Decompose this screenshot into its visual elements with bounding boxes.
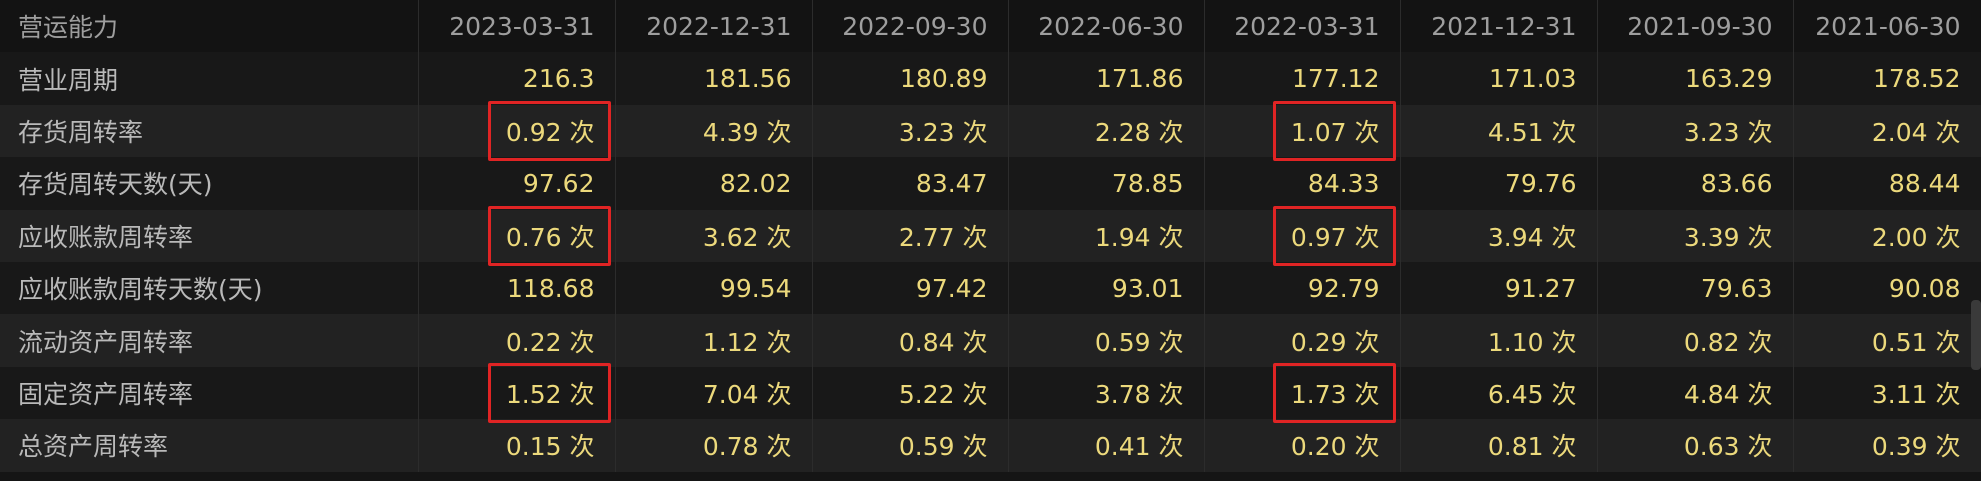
table-row: 应收账款周转率 0.76 次 3.62 次 2.77 次 1.94 次 0.97… <box>0 205 1981 266</box>
table-cell: 79.63 <box>1597 261 1794 315</box>
table-cell: 118.68 <box>418 261 616 315</box>
table-cell: 79.76 <box>1400 157 1598 210</box>
table-cell: 180.89 <box>812 52 1009 105</box>
table-cell: 84.33 <box>1204 157 1401 210</box>
table-cell: 4.84 次 <box>1597 366 1794 420</box>
table-cell: 83.47 <box>812 157 1009 210</box>
table-cell: 0.41 次 <box>1008 419 1205 472</box>
vertical-scrollbar[interactable] <box>1971 300 1981 370</box>
table-cell: 2.28 次 <box>1008 104 1205 158</box>
table-cell: 7.04 次 <box>615 366 813 420</box>
table-cell: 0.81 次 <box>1400 419 1598 472</box>
highlight-box: 0.97 次 <box>1272 205 1396 266</box>
table-cell: 0.59 次 <box>812 419 1009 472</box>
table-cell: 0.29 次 <box>1204 314 1401 367</box>
table-cell: 0.63 次 <box>1597 419 1794 472</box>
header-date[interactable]: 2022-12-31 <box>615 0 813 53</box>
table-cell: 1.12 次 <box>615 314 813 367</box>
header-date[interactable]: 2021-06-30 <box>1793 0 1981 53</box>
header-date[interactable]: 2022-09-30 <box>812 0 1009 53</box>
table-cell: 2.04 次 <box>1793 104 1981 158</box>
table-cell-highlighted: 0.97 次 <box>1204 205 1401 266</box>
table-cell: 0.84 次 <box>812 314 1009 367</box>
table-cell: 5.22 次 <box>812 366 1009 420</box>
highlight-box: 1.07 次 <box>1272 100 1396 161</box>
table-cell: 83.66 <box>1597 157 1794 210</box>
table-cell: 4.39 次 <box>615 104 813 158</box>
table-cell: 82.02 <box>615 157 813 210</box>
table-cell: 177.12 <box>1204 52 1401 105</box>
table-cell: 171.86 <box>1008 52 1205 105</box>
table-cell: 99.54 <box>615 261 813 315</box>
table-row: 存货周转天数(天) 97.62 82.02 83.47 78.85 84.33 … <box>0 157 1981 210</box>
header-row: 营运能力 2023-03-31 2022-12-31 2022-09-30 20… <box>0 0 1981 53</box>
table-cell: 4.51 次 <box>1400 104 1598 158</box>
row-label: 总资产周转率 <box>0 419 419 472</box>
table-row: 固定资产周转率 1.52 次 7.04 次 5.22 次 3.78 次 1.73… <box>0 362 1981 423</box>
table-cell: 0.51 次 <box>1793 314 1981 367</box>
table-row: 总资产周转率 0.15 次 0.78 次 0.59 次 0.41 次 0.20 … <box>0 419 1981 472</box>
table-cell: 3.94 次 <box>1400 209 1598 262</box>
table-cell: 93.01 <box>1008 261 1205 315</box>
table-cell-highlighted: 1.07 次 <box>1204 100 1401 161</box>
table-cell: 0.82 次 <box>1597 314 1794 367</box>
operating-capacity-table: 营运能力 2023-03-31 2022-12-31 2022-09-30 20… <box>0 0 1981 472</box>
table-cell: 0.78 次 <box>615 419 813 472</box>
table-cell-highlighted: 0.92 次 <box>418 100 616 161</box>
table-cell: 1.10 次 <box>1400 314 1598 367</box>
table-cell: 97.62 <box>418 157 616 210</box>
row-label: 流动资产周转率 <box>0 314 419 367</box>
row-label: 固定资产周转率 <box>0 366 419 420</box>
table-cell: 3.39 次 <box>1597 209 1794 262</box>
table-cell: 181.56 <box>615 52 813 105</box>
table-cell-highlighted: 0.76 次 <box>418 205 616 266</box>
table-cell: 97.42 <box>812 261 1009 315</box>
table-cell: 0.22 次 <box>418 314 616 367</box>
table-cell: 3.11 次 <box>1793 366 1981 420</box>
row-label: 存货周转率 <box>0 104 419 158</box>
table-cell: 0.15 次 <box>418 419 616 472</box>
table-cell: 178.52 <box>1793 52 1981 105</box>
table-cell: 163.29 <box>1597 52 1794 105</box>
table-cell: 171.03 <box>1400 52 1598 105</box>
header-date[interactable]: 2021-12-31 <box>1400 0 1598 53</box>
table-cell-highlighted: 1.73 次 <box>1204 362 1401 423</box>
table-cell: 1.94 次 <box>1008 209 1205 262</box>
row-label: 应收账款周转天数(天) <box>0 261 419 315</box>
row-label: 应收账款周转率 <box>0 209 419 262</box>
highlight-box: 0.76 次 <box>487 205 611 266</box>
table-cell: 78.85 <box>1008 157 1205 210</box>
table-cell: 92.79 <box>1204 261 1401 315</box>
header-date[interactable]: 2022-03-31 <box>1204 0 1401 53</box>
table-cell: 3.23 次 <box>812 104 1009 158</box>
table-cell: 0.59 次 <box>1008 314 1205 367</box>
header-date[interactable]: 2023-03-31 <box>418 0 616 53</box>
table-cell: 2.00 次 <box>1793 209 1981 262</box>
table-cell: 2.77 次 <box>812 209 1009 262</box>
table-cell: 0.20 次 <box>1204 419 1401 472</box>
table-cell: 3.78 次 <box>1008 366 1205 420</box>
table-row: 应收账款周转天数(天) 118.68 99.54 97.42 93.01 92.… <box>0 261 1981 315</box>
row-label: 营业周期 <box>0 52 419 105</box>
table-row: 存货周转率 0.92 次 4.39 次 3.23 次 2.28 次 1.07 次… <box>0 100 1981 161</box>
header-date[interactable]: 2022-06-30 <box>1008 0 1205 53</box>
table-cell: 216.3 <box>418 52 616 105</box>
table-cell: 3.62 次 <box>615 209 813 262</box>
table-cell: 0.39 次 <box>1793 419 1981 472</box>
table-row: 营业周期 216.3 181.56 180.89 171.86 177.12 1… <box>0 52 1981 105</box>
table-cell: 3.23 次 <box>1597 104 1794 158</box>
table-cell: 91.27 <box>1400 261 1598 315</box>
table-cell: 6.45 次 <box>1400 366 1598 420</box>
table-cell-highlighted: 1.52 次 <box>418 362 616 423</box>
table-row: 流动资产周转率 0.22 次 1.12 次 0.84 次 0.59 次 0.29… <box>0 314 1981 367</box>
highlight-box: 1.73 次 <box>1272 362 1396 423</box>
row-label: 存货周转天数(天) <box>0 157 419 210</box>
table-cell: 90.08 <box>1793 261 1981 315</box>
highlight-box: 1.52 次 <box>487 362 611 423</box>
highlight-box: 0.92 次 <box>487 100 611 161</box>
table-cell: 88.44 <box>1793 157 1981 210</box>
header-date[interactable]: 2021-09-30 <box>1597 0 1794 53</box>
header-title: 营运能力 <box>0 0 419 53</box>
